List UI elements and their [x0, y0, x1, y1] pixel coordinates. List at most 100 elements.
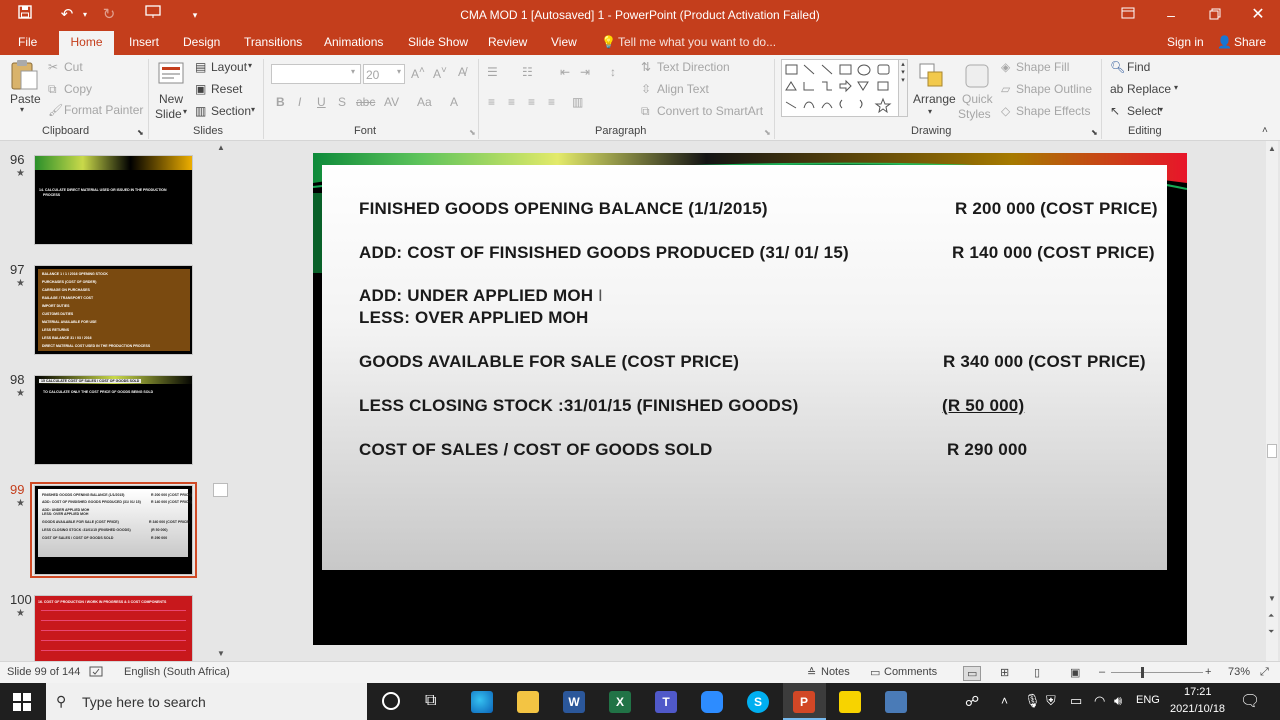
fit-slide-icon[interactable]: ⤢ — [1260, 666, 1269, 679]
notes-icon[interactable]: ≙ — [807, 666, 816, 679]
tab-file[interactable]: File — [18, 35, 37, 49]
font-name-input[interactable] — [271, 64, 361, 84]
input-language[interactable]: ENG — [1136, 694, 1160, 706]
scroll-up-icon[interactable]: ▲ — [217, 143, 225, 152]
row-goods-available-label[interactable]: GOODS AVAILABLE FOR SALE (COST PRICE) — [359, 352, 739, 372]
current-slide[interactable]: FINISHED GOODS OPENING BALANCE (1/1/2015… — [313, 153, 1187, 645]
slide-thumbnail-98[interactable]: 15 CALCULATE COST OF SALES / COST OF GOO… — [34, 375, 193, 465]
new-slide-dropdown-icon[interactable]: ▾ — [183, 107, 187, 116]
zoom-slider[interactable] — [1111, 672, 1203, 673]
tab-design[interactable]: Design — [183, 35, 220, 49]
section-button[interactable]: Section — [211, 104, 251, 118]
tab-slideshow[interactable]: Slide Show — [408, 35, 468, 49]
arrange-button[interactable]: Arrange — [913, 92, 956, 106]
scroll-thumb[interactable] — [1267, 444, 1277, 458]
zoom-in-icon[interactable]: + — [1205, 666, 1211, 678]
zoom-slider-thumb[interactable] — [1141, 667, 1144, 678]
ribbon-display-options-icon[interactable] — [1108, 3, 1148, 27]
volume-icon[interactable]: 🔊︎ — [1114, 693, 1122, 709]
quick-styles-button[interactable]: Quick — [962, 92, 993, 106]
font-size-dropdown-icon[interactable]: ▾ — [397, 67, 401, 76]
previous-slide-icon[interactable]: ⏶ — [1268, 611, 1274, 621]
shapes-gallery-scroll[interactable]: ▴ ▾ ▾ — [898, 59, 908, 117]
row-closing-stock-value[interactable]: (R 50 000) — [942, 396, 1024, 416]
slide-sorter-icon[interactable]: ⊞ — [1000, 666, 1009, 679]
scroll-up-icon[interactable]: ▲ — [1268, 144, 1276, 153]
minimize-button[interactable]: – — [1151, 3, 1191, 27]
new-slide-icon[interactable] — [157, 59, 185, 91]
language-indicator[interactable]: English (South Africa) — [124, 666, 230, 678]
row-goods-produced-value[interactable]: R 140 000 (COST PRICE) — [952, 243, 1155, 263]
scroll-down-icon[interactable]: ▼ — [1268, 594, 1276, 603]
calculator-icon[interactable] — [885, 691, 907, 713]
row-cost-of-sales-label[interactable]: COST OF SALES / COST OF GOODS SOLD — [359, 440, 712, 460]
comments-button[interactable]: Comments — [884, 666, 937, 678]
paste-icon[interactable] — [9, 59, 39, 91]
task-view-icon[interactable]: ⧉ — [425, 692, 436, 710]
font-name-dropdown-icon[interactable]: ▾ — [351, 67, 355, 76]
arrange-dropdown-icon[interactable]: ▾ — [928, 107, 932, 116]
cortana-icon[interactable] — [382, 692, 400, 710]
new-slide-button[interactable]: New — [159, 92, 183, 106]
slide-thumbnail-96[interactable]: 14. CALCULATE DIRECT MATERIAL USED OR IS… — [34, 155, 193, 245]
row-opening-balance-label[interactable]: FINISHED GOODS OPENING BALANCE (1/1/2015… — [359, 199, 768, 219]
row-goods-available-value[interactable]: R 340 000 (COST PRICE) — [943, 352, 1146, 372]
replace-dropdown-icon[interactable]: ▾ — [1174, 83, 1178, 92]
select-dropdown-icon[interactable]: ▾ — [1159, 105, 1163, 114]
new-slide-label[interactable]: Slide — [155, 107, 182, 121]
select-button[interactable]: Select — [1127, 104, 1160, 118]
reading-view-icon[interactable]: ▯ — [1034, 666, 1040, 679]
windows-start-icon[interactable] — [13, 693, 31, 714]
editor-scrollbar[interactable]: ▲ ▼ ⏶ ⏷ — [1266, 141, 1278, 661]
battery-icon[interactable]: ▭ — [1070, 693, 1082, 709]
scroll-down-icon[interactable]: ▼ — [217, 649, 225, 658]
edge-browser-icon[interactable] — [471, 691, 493, 713]
security-icon[interactable]: ⛨ — [1046, 693, 1056, 709]
tab-review[interactable]: Review — [488, 35, 527, 49]
quick-styles-icon[interactable] — [962, 61, 992, 91]
taskbar-search-box[interactable]: ⚲ Type here to search — [46, 683, 367, 720]
tab-transitions[interactable]: Transitions — [244, 35, 302, 49]
comments-icon[interactable]: ▭ — [870, 666, 880, 679]
spelling-icon[interactable] — [89, 666, 105, 681]
slide-thumbnail-99[interactable]: FINISHED GOODS OPENING BALANCE (1/1/2015… — [34, 485, 193, 575]
powerpoint-taskbar-button[interactable]: P — [783, 683, 826, 720]
layout-dropdown-icon[interactable]: ▾ — [248, 61, 252, 70]
notifications-icon[interactable]: 🗨︎ — [1240, 691, 1260, 711]
layout-button[interactable]: Layout — [211, 60, 247, 74]
zoom-out-icon[interactable]: – — [1099, 666, 1105, 678]
clipboard-launcher-icon[interactable]: ⬊ — [137, 128, 144, 137]
slideshow-view-icon[interactable]: ▣ — [1070, 666, 1080, 679]
close-button[interactable]: ✕ — [1238, 3, 1278, 27]
sticky-notes-icon[interactable] — [839, 691, 861, 713]
clock-time[interactable]: 17:21 — [1184, 686, 1212, 698]
word-icon[interactable]: W — [563, 691, 585, 713]
notes-button[interactable]: Notes — [821, 666, 850, 678]
share-button[interactable]: Share — [1234, 35, 1266, 49]
paste-button[interactable]: Paste — [10, 92, 41, 106]
zoom-level[interactable]: 73% — [1228, 666, 1250, 678]
file-explorer-icon[interactable] — [517, 691, 539, 713]
zoom-app-icon[interactable] — [701, 691, 723, 713]
drawing-launcher-icon[interactable]: ⬊ — [1091, 128, 1098, 137]
row-closing-stock-label[interactable]: LESS CLOSING STOCK :31/01/15 (FINISHED G… — [359, 396, 798, 416]
tab-view[interactable]: View — [551, 35, 577, 49]
collapse-ribbon-icon[interactable]: ˄ — [1262, 125, 1268, 136]
teams-icon[interactable]: T — [655, 691, 677, 713]
paste-dropdown-icon[interactable]: ▾ — [20, 105, 24, 114]
thumbnail-scrollbar[interactable]: ▲ ▼ — [213, 143, 228, 659]
row-over-applied-label[interactable]: LESS: OVER APPLIED MOH — [359, 308, 589, 328]
quick-styles-label[interactable]: Styles — [958, 107, 991, 121]
share-icon[interactable]: 👤 — [1217, 35, 1232, 49]
sign-in-link[interactable]: Sign in — [1167, 35, 1204, 49]
section-dropdown-icon[interactable]: ▾ — [251, 105, 255, 114]
slide-thumbnail-100[interactable]: 16. COST OF PRODUCTION / WORK IN PROGRES… — [34, 595, 193, 661]
slide-thumbnail-97[interactable]: BALANCE 1 / 1 / 2016 OPENING STOCK PURCH… — [34, 265, 193, 355]
find-button[interactable]: Find — [1127, 60, 1150, 74]
reset-button[interactable]: Reset — [211, 82, 242, 96]
skype-icon[interactable]: S — [747, 691, 769, 713]
arrange-icon[interactable] — [917, 61, 947, 91]
clock-date[interactable]: 2021/10/18 — [1170, 703, 1225, 715]
scroll-thumb[interactable] — [213, 483, 228, 497]
normal-view-icon[interactable]: ▭ — [963, 666, 982, 681]
